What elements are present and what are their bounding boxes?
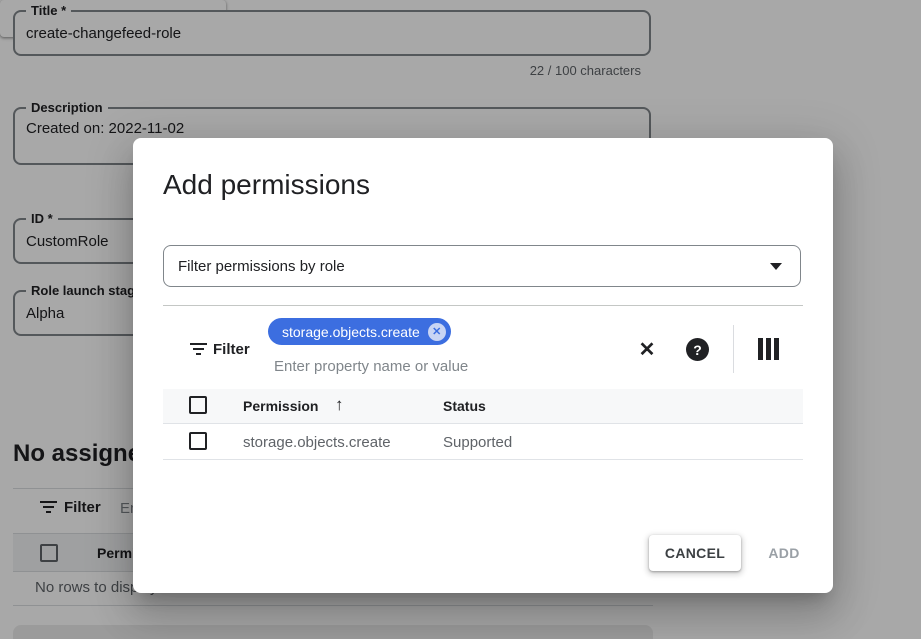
permission-column-header[interactable]: Permission <box>243 398 318 414</box>
add-button[interactable]: ADD <box>755 535 813 571</box>
filter-permissions-by-role-dropdown[interactable]: Filter permissions by role <box>163 245 801 287</box>
permissions-table-header: Permission ↑ Status <box>163 389 803 424</box>
divider <box>163 305 803 306</box>
table-row[interactable]: storage.objects.create Supported <box>163 424 803 460</box>
filter-input[interactable] <box>274 355 604 377</box>
help-icon[interactable]: ? <box>686 338 709 361</box>
chip-close-icon[interactable]: ✕ <box>428 323 446 341</box>
toolbar-divider <box>733 325 734 373</box>
dialog-title: Add permissions <box>163 169 370 201</box>
add-permissions-dialog: Add permissions Filter permissions by ro… <box>133 138 833 593</box>
row-checkbox[interactable] <box>189 432 207 450</box>
permissions-table: Permission ↑ Status storage.objects.crea… <box>163 389 803 460</box>
select-all-checkbox[interactable] <box>189 396 207 414</box>
status-column-header[interactable]: Status <box>443 398 486 414</box>
role-dropdown-value: Filter permissions by role <box>178 258 345 275</box>
permission-cell: storage.objects.create <box>243 434 391 451</box>
filter-chip-label: storage.objects.create <box>282 324 420 340</box>
clear-filter-icon[interactable]: ✕ <box>635 337 659 361</box>
sort-ascending-icon[interactable]: ↑ <box>335 395 344 415</box>
status-cell: Supported <box>443 434 512 451</box>
screen: Title * create-changefeed-role 22 / 100 … <box>0 0 921 639</box>
filter-label: Filter <box>213 341 250 358</box>
chevron-down-icon <box>770 263 782 270</box>
cancel-button[interactable]: CANCEL <box>649 535 741 571</box>
filter-chip[interactable]: storage.objects.create ✕ <box>268 318 451 345</box>
filter-icon <box>190 343 207 355</box>
column-display-options-icon[interactable] <box>758 338 779 360</box>
